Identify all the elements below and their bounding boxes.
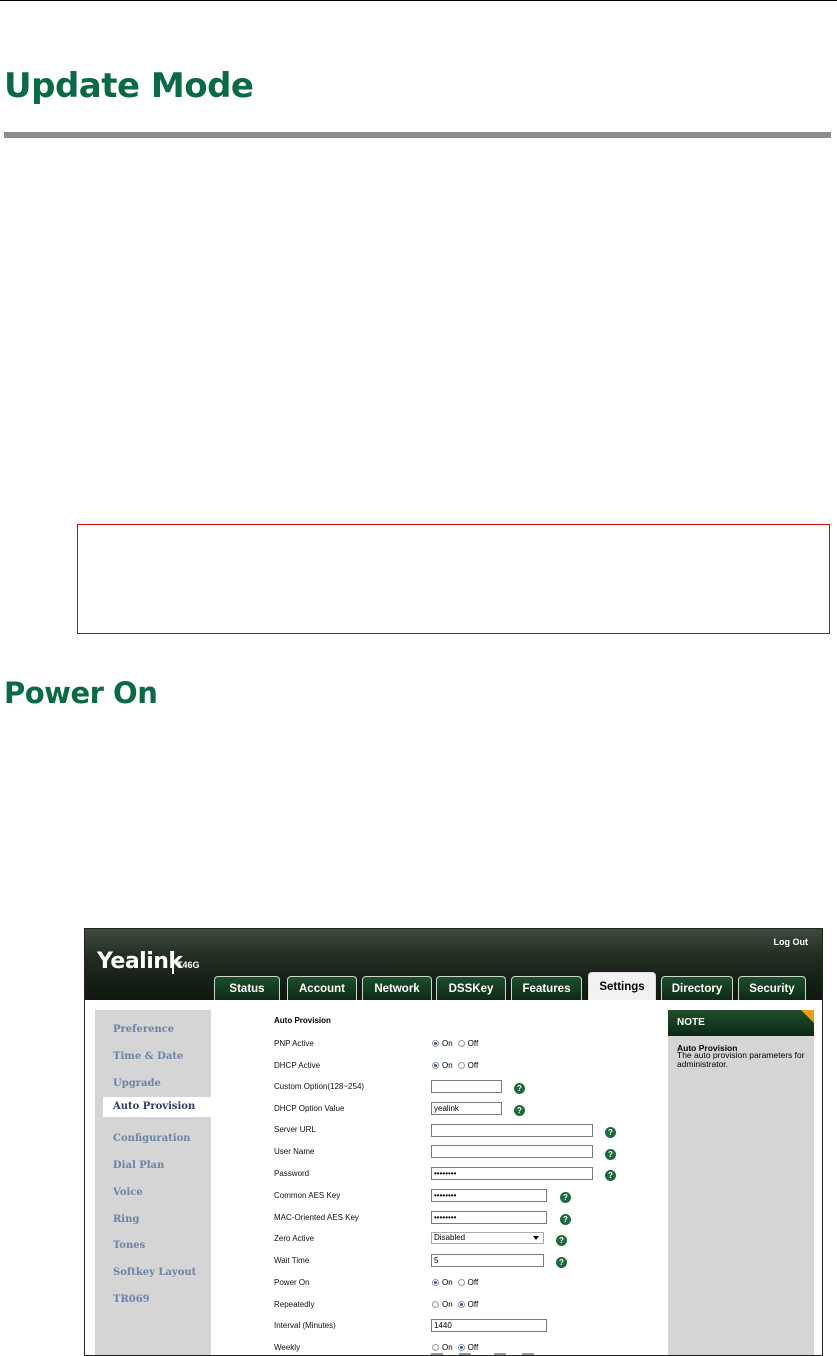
weekly-off-radio[interactable] (457, 1344, 465, 1351)
nav-voice[interactable]: Voice (113, 1187, 143, 1198)
help-icon[interactable]: ? (556, 1257, 567, 1268)
logo-separator (172, 952, 174, 974)
password-label: Password (274, 1169, 310, 1178)
custom-option-label: Custom Option(128~254) (274, 1082, 365, 1091)
nav-preference[interactable]: Preference (113, 1024, 174, 1035)
settings-sidebar: Preference Time & Date Upgrade Auto Prov… (95, 1010, 221, 1355)
nav-upgrade[interactable]: Upgrade (113, 1078, 161, 1089)
pnp-off-radio[interactable] (457, 1040, 465, 1047)
tab-features[interactable]: Features (511, 976, 582, 1000)
radio-label: Off (467, 1300, 479, 1309)
heading-rule (4, 132, 831, 138)
nav-tones[interactable]: Tones (113, 1240, 145, 1251)
help-icon[interactable]: ? (560, 1192, 571, 1203)
help-icon[interactable]: ? (514, 1083, 525, 1094)
model-label: T46G (177, 960, 200, 970)
tab-account[interactable]: Account (287, 976, 357, 1000)
page-top-rule (0, 0, 837, 1)
nav-time-date[interactable]: Time & Date (113, 1051, 183, 1062)
common-aes-key-input[interactable]: •••••••• (431, 1189, 547, 1202)
power-on-on-radio[interactable] (432, 1279, 439, 1286)
nav-configuration[interactable]: Configuration (113, 1133, 191, 1144)
help-icon[interactable]: ? (560, 1214, 571, 1225)
note-text: The auto provision parameters for admini… (677, 1050, 805, 1069)
repeatedly-label: Repeatedly (274, 1300, 315, 1309)
pnp-active-label: PNP Active (274, 1039, 314, 1048)
zero-active-label: Zero Active (274, 1234, 315, 1243)
web-ui-body: Preference Time & Date Upgrade Auto Prov… (85, 1000, 822, 1355)
dhcp-on-radio[interactable] (432, 1062, 439, 1069)
yealink-logo: Yealink (97, 949, 183, 974)
wait-time-label: Wait Time (274, 1256, 310, 1265)
weekly-on-radio[interactable] (432, 1344, 439, 1351)
weekly-label: Weekly (274, 1343, 301, 1352)
user-name-input[interactable] (431, 1145, 593, 1158)
help-icon[interactable]: ? (605, 1127, 616, 1138)
radio-label: Off (467, 1343, 479, 1352)
help-icon[interactable]: ? (556, 1235, 567, 1246)
tab-network[interactable]: Network (362, 976, 432, 1000)
web-ui-header: Yealink T46G Log Out Status Account Netw… (85, 929, 822, 1000)
note-corner-icon (801, 1010, 814, 1023)
help-icon[interactable]: ? (514, 1105, 525, 1116)
interval-label: Interval (Minutes) (274, 1321, 336, 1330)
pnp-active-radio-group: On Off (432, 1039, 478, 1048)
nav-dial-plan[interactable]: Dial Plan (113, 1160, 164, 1171)
web-ui-screenshot: Yealink T46G Log Out Status Account Netw… (84, 928, 823, 1356)
tab-status[interactable]: Status (214, 976, 280, 1000)
repeatedly-off-radio[interactable] (457, 1301, 465, 1308)
radio-label: Off (467, 1039, 479, 1048)
section-heading: Power On (4, 676, 158, 710)
repeatedly-on-radio[interactable] (432, 1301, 439, 1308)
common-aes-key-label: Common AES Key (274, 1191, 341, 1200)
help-icon[interactable]: ? (605, 1149, 616, 1160)
mac-aes-key-label: MAC-Oriented AES Key (274, 1213, 359, 1222)
help-icon[interactable]: ? (605, 1170, 616, 1181)
page-heading: Update Mode (4, 66, 254, 106)
dhcp-active-label: DHCP Active (274, 1061, 321, 1070)
radio-label: On (442, 1061, 453, 1070)
power-on-off-radio[interactable] (457, 1279, 465, 1286)
dhcp-option-value-label: DHCP Option Value (274, 1104, 345, 1113)
user-name-label: User Name (274, 1147, 315, 1156)
tab-directory[interactable]: Directory (661, 976, 733, 1000)
radio-label: On (442, 1278, 453, 1287)
power-on-radio-group: On Off (432, 1278, 478, 1287)
dhcp-off-radio[interactable] (457, 1062, 465, 1069)
dhcp-option-value-input[interactable]: yealink (431, 1102, 502, 1115)
callout-box (77, 524, 830, 634)
wait-time-input[interactable]: 5 (431, 1254, 544, 1267)
note-panel: NOTE Auto Provision The auto provision p… (668, 1010, 814, 1355)
server-url-label: Server URL (274, 1125, 316, 1134)
power-on-label: Power On (274, 1278, 310, 1287)
interval-input[interactable]: 1440 (431, 1319, 547, 1332)
server-url-input[interactable] (431, 1124, 593, 1137)
logout-link[interactable]: Log Out (774, 937, 809, 947)
form-title: Auto Provision (274, 1016, 331, 1025)
radio-label: On (442, 1039, 453, 1048)
mac-aes-key-input[interactable]: •••••••• (431, 1211, 547, 1224)
nav-softkey-layout[interactable]: Softkey Layout (113, 1267, 196, 1278)
custom-option-input[interactable] (431, 1080, 502, 1093)
nav-ring[interactable]: Ring (113, 1214, 139, 1225)
tab-dsskey[interactable]: DSSKey (436, 976, 506, 1000)
zero-active-select[interactable]: Disabled (431, 1232, 544, 1244)
weekly-radio-group: On Off (432, 1343, 478, 1352)
password-input[interactable]: •••••••• (431, 1167, 593, 1180)
dhcp-active-radio-group: On Off (432, 1061, 478, 1070)
radio-label: Off (467, 1061, 479, 1070)
radio-label: On (442, 1300, 453, 1309)
nav-auto-provision[interactable]: Auto Provision (103, 1097, 221, 1117)
radio-label: Off (467, 1278, 479, 1287)
tab-security[interactable]: Security (738, 976, 806, 1000)
tab-settings[interactable]: Settings (588, 972, 656, 1000)
pnp-on-radio[interactable] (432, 1040, 439, 1047)
repeatedly-radio-group: On Off (432, 1300, 478, 1309)
note-header: NOTE (668, 1010, 814, 1036)
radio-label: On (442, 1343, 453, 1352)
nav-tr069[interactable]: TR069 (113, 1294, 150, 1305)
